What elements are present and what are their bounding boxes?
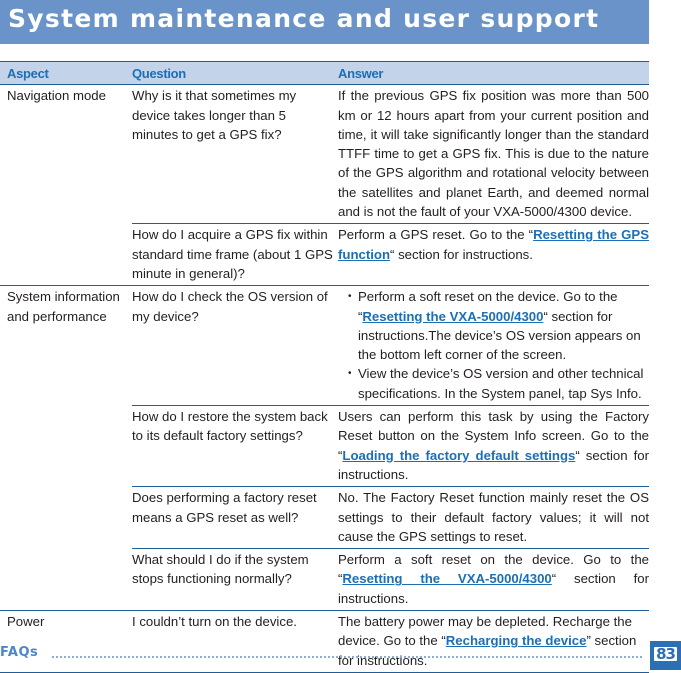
column-header-answer: Answer xyxy=(338,60,649,86)
faq-table: Aspect Question Answer Navigation mode W… xyxy=(0,60,649,673)
question-cell: How do I check the OS version of my devi… xyxy=(132,285,338,406)
question-cell: How do I acquire a GPS fix within standa… xyxy=(132,223,338,286)
footer-dotted-leader xyxy=(52,656,642,658)
table-row: Navigation mode Why is it that sometimes… xyxy=(0,85,649,224)
bullet-list: Perform a soft reset on the device. Go t… xyxy=(338,287,649,403)
title-band: System maintenance and user support xyxy=(0,0,649,44)
question-cell: Does performing a factory reset means a … xyxy=(132,486,338,549)
page-title: System maintenance and user support xyxy=(8,4,600,33)
bullet-item: View the device’s OS version and other t… xyxy=(348,364,649,403)
page-number-badge: 83 xyxy=(650,641,681,670)
answer-text: Perform a GPS reset. Go to the “ xyxy=(338,227,534,243)
question-cell: How do I restore the system back to its … xyxy=(132,405,338,487)
table-row: Power I couldn’t turn on the device. The… xyxy=(0,610,649,673)
table-row: System information and performance How d… xyxy=(0,285,649,611)
question-cell: I couldn’t turn on the device. xyxy=(132,610,338,673)
answer-cell: Perform a soft reset on the device. Go t… xyxy=(338,548,649,611)
aspect-cell: System information and performance xyxy=(0,285,132,611)
answer-cell: The battery power may be depleted. Recha… xyxy=(338,610,649,673)
bullet-item: Perform a soft reset on the device. Go t… xyxy=(348,287,649,364)
answer-cell: Perform a GPS reset. Go to the “Resettin… xyxy=(338,223,649,286)
answer-cell: Users can perform this task by using the… xyxy=(338,405,649,487)
answer-text: “ section for instructions. xyxy=(390,246,533,262)
column-header-question: Question xyxy=(132,60,338,86)
page-number: 83 xyxy=(654,645,677,663)
answer-cell: If the previous GPS fix position was mor… xyxy=(338,88,649,220)
link-recharging-device[interactable]: Recharging the device xyxy=(446,633,587,648)
question-cell: What should I do if the system stops fun… xyxy=(132,548,338,611)
answer-cell: No. The Factory Reset function mainly re… xyxy=(338,486,649,549)
question-cell: Why is it that sometimes my device takes… xyxy=(132,88,297,142)
footer-section-label: FAQs xyxy=(0,645,39,660)
link-resetting-device[interactable]: Resetting the VXA-5000/4300 xyxy=(362,309,543,324)
link-resetting-device[interactable]: Resetting the VXA-5000/4300 xyxy=(342,571,551,586)
answer-cell: Perform a soft reset on the device. Go t… xyxy=(338,285,649,406)
table-header-row: Aspect Question Answer xyxy=(0,60,649,86)
aspect-cell: Power xyxy=(0,610,132,673)
column-header-aspect: Aspect xyxy=(0,60,132,86)
aspect-cell: Navigation mode xyxy=(7,88,106,104)
link-loading-factory-defaults[interactable]: Loading the factory default settings xyxy=(342,448,575,463)
